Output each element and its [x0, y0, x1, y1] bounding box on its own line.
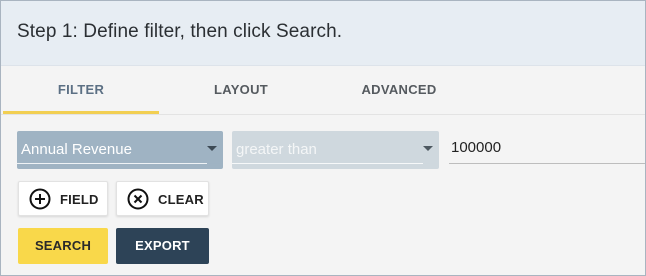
tab-bar: FILTER LAYOUT ADVANCED [1, 66, 645, 115]
field-select[interactable]: Annual Revenue [17, 131, 223, 169]
tab-filter[interactable]: FILTER [3, 66, 159, 114]
field-select-value: Annual Revenue [21, 141, 132, 158]
field-select-underline [17, 163, 207, 164]
search-button[interactable]: SEARCH [18, 228, 108, 264]
chevron-down-icon [207, 146, 217, 151]
clear-button[interactable]: CLEAR [116, 181, 209, 216]
x-circle-icon [127, 188, 149, 210]
tab-layout[interactable]: LAYOUT [163, 66, 319, 114]
operator-select[interactable]: greater than [232, 131, 439, 169]
plus-circle-icon [29, 188, 51, 210]
search-button-label: SEARCH [34, 238, 92, 253]
operator-select-value: greater than [236, 141, 317, 158]
page-title: Step 1: Define filter, then click Search… [17, 21, 343, 42]
page-header: Step 1: Define filter, then click Search… [1, 1, 645, 66]
export-button-label: EXPORT [135, 238, 190, 253]
operator-select-underline [232, 163, 423, 164]
tab-filter-label: FILTER [57, 82, 105, 97]
tab-layout-label: LAYOUT [213, 82, 269, 97]
export-button[interactable]: EXPORT [116, 228, 209, 264]
active-tab-indicator [3, 111, 159, 114]
filter-value-input[interactable] [449, 131, 645, 164]
tab-advanced[interactable]: ADVANCED [321, 66, 477, 114]
app-window: Step 1: Define filter, then click Search… [0, 0, 646, 276]
tab-advanced-label: ADVANCED [361, 82, 437, 97]
add-field-button[interactable]: FIELD [18, 181, 108, 216]
chevron-down-icon [423, 146, 433, 151]
clear-button-label: CLEAR [158, 192, 204, 207]
add-field-button-label: FIELD [60, 192, 99, 207]
